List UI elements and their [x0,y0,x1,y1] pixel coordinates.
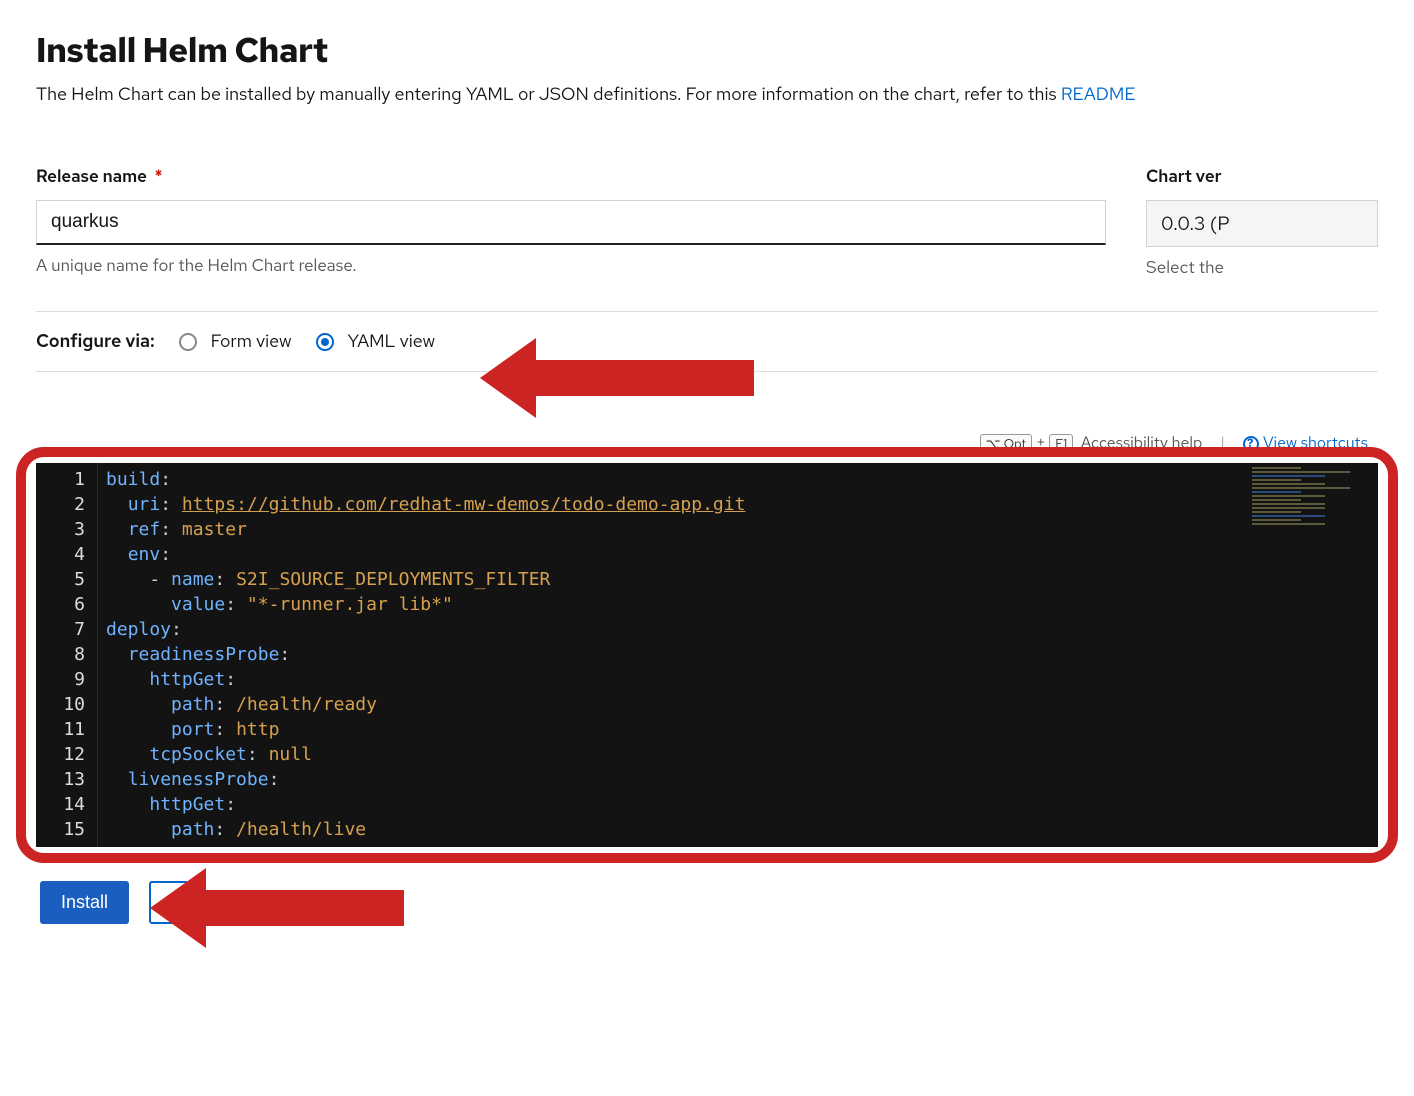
editor-gutter: 123456789101112131415 [36,463,98,847]
editor-link[interactable]: https://github.com/redhat-mw-demos/todo-… [182,494,746,515]
release-name-input[interactable] [36,200,1106,245]
page-subtitle: The Helm Chart can be installed by manua… [36,83,1378,106]
chart-version-label: Chart ver [1146,166,1378,188]
annotation-highlight-box: 123456789101112131415 build: uri: https:… [16,447,1398,863]
subtitle-text: The Helm Chart can be installed by manua… [36,83,1061,106]
yaml-editor[interactable]: 123456789101112131415 build: uri: https:… [36,463,1378,847]
radio-yaml-view-label: YAML view [348,330,436,353]
release-name-helper: A unique name for the Helm Chart release… [36,255,1106,277]
page-title: Install Helm Chart [36,28,1378,73]
chart-version-select[interactable]: 0.0.3 (P [1146,200,1378,247]
readme-link[interactable]: README [1061,83,1136,106]
release-name-label: Release name * [36,166,1106,188]
divider [36,371,1378,372]
chart-version-helper: Select the [1146,257,1378,279]
radio-icon [179,333,197,351]
radio-form-view-label: Form view [211,330,292,353]
editor-code[interactable]: build: uri: https://github.com/redhat-mw… [98,463,1378,847]
radio-icon-checked [316,333,334,351]
install-button[interactable]: Install [40,881,129,924]
editor-minimap[interactable] [1248,463,1378,847]
secondary-button[interactable] [149,881,189,924]
radio-form-view[interactable]: Form view [179,330,292,353]
configure-via-label: Configure via: [36,330,155,353]
radio-yaml-view[interactable]: YAML view [316,330,436,353]
required-asterisk: * [151,166,163,188]
release-name-label-text: Release name [36,166,147,188]
